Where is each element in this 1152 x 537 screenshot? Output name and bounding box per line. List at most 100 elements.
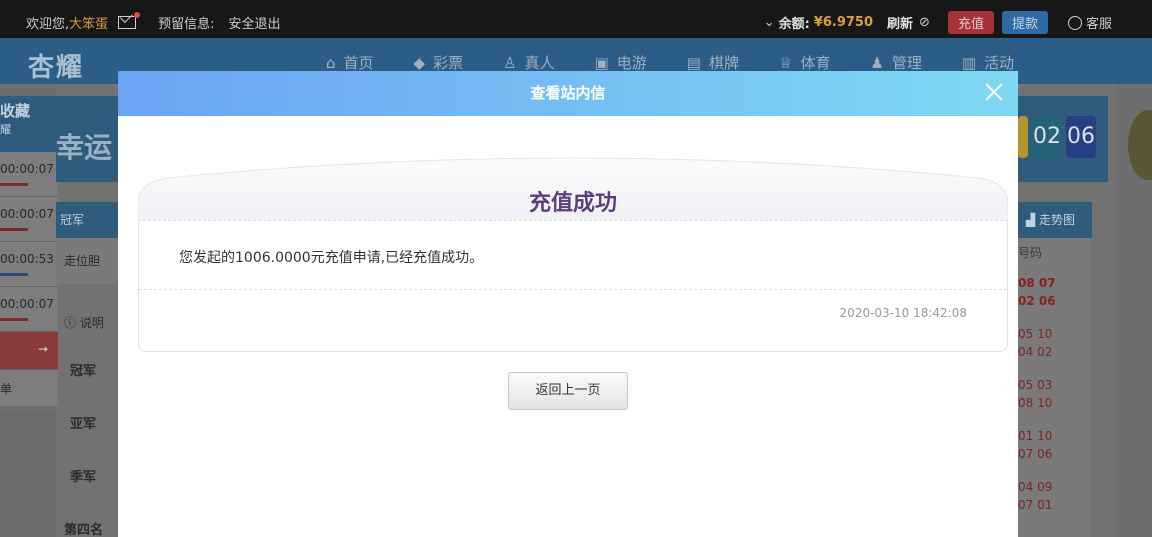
message-text: 您发起的1006.0000元充值申请,已经充值成功。 — [179, 250, 484, 266]
game-icon: ▣ — [594, 53, 609, 72]
welcome-text: 欢迎您, — [26, 17, 70, 32]
trend-value: 08 10 — [1018, 396, 1053, 410]
position-label: 走位胆 — [64, 254, 101, 268]
code-header: 号码 — [1018, 246, 1043, 260]
nav-label: 电游 — [616, 54, 647, 72]
lottery-name: 幸运 — [56, 131, 113, 164]
favorites-title: 收藏 — [0, 102, 31, 120]
chat-icon[interactable] — [1067, 15, 1082, 30]
arrow-right-icon: → — [37, 342, 48, 356]
ticket-icon: ◆ — [413, 53, 426, 72]
logo[interactable]: 杏耀 — [28, 47, 84, 84]
chevron-down-icon[interactable]: ⌄ — [764, 15, 775, 30]
position-option[interactable]: 走位胆 — [56, 238, 118, 284]
trend-value: 01 10 — [1018, 429, 1053, 443]
favorites-sub: 耀 — [0, 123, 11, 136]
cards-icon: ▤ — [686, 53, 701, 72]
trend-value: 07 06 — [1018, 447, 1053, 461]
users-icon: ♟ — [870, 53, 884, 72]
recharge-button[interactable]: 充值 — [947, 11, 994, 34]
trend-value: 05 03 — [1018, 378, 1053, 392]
trend-row: 08 07 02 06 — [1018, 268, 1090, 319]
card-title: 充值成功 — [528, 191, 617, 216]
nav-item-egame[interactable]: ▣ 电游 — [595, 52, 647, 73]
gift-icon: ▥ — [961, 53, 977, 72]
trend-list: 号码 08 07 02 06 05 10 04 02 05 03 08 10 01 1… — [1018, 238, 1090, 537]
top-bar-right: ⌄ 余额: ¥6.9750 刷新 ⊘ 充值 提款 客服 — [764, 11, 1112, 34]
nav-label: 活动 — [984, 54, 1015, 72]
timer-row[interactable]: 00:00:53 — [0, 242, 58, 287]
unread-dot — [134, 12, 141, 18]
refresh-button[interactable]: 刷新 — [887, 13, 913, 32]
timer-text: 00:00:07 — [0, 162, 54, 176]
notice-label[interactable]: 预留信息: — [158, 13, 214, 32]
trend-row: 05 03 08 10 — [1018, 370, 1090, 421]
trend-row: 01 10 07 06 — [1018, 421, 1090, 472]
main-nav: ⌂ 首页 ◆ 彩票 ♙ 真人 ▣ 电游 ▤ 棋牌 ♕ 体育 ♟ 管理 ▥ 活动 — [326, 52, 1054, 73]
favorites-header: 收藏 耀 — [0, 96, 58, 152]
tab-champion[interactable]: 冠军 — [56, 202, 118, 238]
rank-label: 亚军 — [70, 417, 97, 432]
trend-value: 04 09 — [1018, 480, 1053, 494]
close-icon[interactable] — [982, 80, 1006, 104]
message-card: 充值成功 您发起的1006.0000元充值申请,已经充值成功。 2020-03-… — [138, 157, 1008, 352]
nav-item-sports[interactable]: ♕ 体育 — [779, 52, 830, 73]
draw-number — [1018, 116, 1028, 158]
home-icon: ⌂ — [326, 53, 336, 72]
order-text: 单 — [0, 382, 13, 396]
nav-item-lottery[interactable]: ◆ 彩票 — [414, 52, 464, 73]
timer-bar — [0, 228, 28, 231]
back-button[interactable]: 返回上一页 — [508, 372, 628, 410]
timer-row[interactable]: 00:00:07 — [0, 287, 58, 332]
medal-icon — [1128, 110, 1152, 180]
trend-value: 08 07 — [1018, 276, 1056, 290]
logout-link[interactable]: 安全退出 — [229, 13, 281, 32]
trend-row: 04 09 07 01 — [1018, 472, 1090, 523]
message-dialog: 查看站内信 充值成功 您发起的1006.0000元充值申请,已经充值成功。 20… — [118, 71, 1018, 537]
timer-text: 00:00:53 — [0, 252, 54, 266]
withdraw-button[interactable]: 提款 — [1001, 11, 1048, 34]
timer-text: 00:00:07 — [0, 297, 54, 311]
order-link[interactable]: 单 — [0, 370, 58, 415]
trend-value: 02 06 — [1018, 294, 1056, 308]
more-button[interactable]: → — [0, 332, 58, 370]
lottery-banner: 幸运 — [56, 96, 118, 182]
trend-value: 05 10 — [1018, 327, 1053, 341]
balance-value: ¥6.9750 — [813, 15, 874, 30]
customer-service-link[interactable]: 客服 — [1086, 13, 1112, 32]
trend-chart-tab[interactable]: ▟ 走势图 — [1018, 202, 1092, 238]
info-icon: ⓘ — [64, 316, 80, 330]
dialog-title: 查看站内信 — [530, 84, 606, 102]
nav-item-cards[interactable]: ▤ 棋牌 — [687, 52, 739, 73]
timer-row[interactable]: 00:00:07 — [0, 197, 58, 242]
trend-label: 走势图 — [1039, 213, 1076, 227]
eye-hidden-icon[interactable]: ⊘ — [919, 15, 930, 30]
rank-label: 季军 — [70, 470, 97, 485]
info-label: 说明 — [79, 316, 104, 330]
nav-item-live[interactable]: ♙ 真人 — [503, 52, 554, 73]
draw-number: 06 — [1066, 116, 1096, 158]
mail-icon[interactable] — [118, 12, 141, 29]
nav-item-home[interactable]: ⌂ 首页 — [326, 52, 374, 73]
rank-label: 冠军 — [70, 364, 97, 379]
person-icon: ♙ — [503, 53, 517, 72]
draw-number: 02 — [1032, 116, 1062, 158]
trend-value: 04 02 — [1018, 345, 1053, 359]
trend-row: 05 10 04 02 — [1018, 319, 1090, 370]
username[interactable]: 大笨蛋 — [69, 13, 108, 32]
nav-item-manage[interactable]: ♟ 管理 — [870, 52, 921, 73]
info-link[interactable]: ⓘ 说明 — [64, 314, 104, 331]
nav-label: 彩票 — [433, 54, 464, 72]
trend-value: 07 01 — [1018, 498, 1053, 512]
tab-label: 冠军 — [60, 213, 85, 227]
trophy-icon: ♕ — [778, 53, 793, 72]
timer-bar — [0, 183, 28, 186]
card-body: 您发起的1006.0000元充值申请,已经充值成功。 2020-03-10 18… — [138, 220, 1008, 352]
logo-text: 杏耀 — [28, 53, 85, 83]
top-bar: 欢迎您, 大笨蛋 预留信息: 安全退出 ⌄ 余额: ¥6.9750 刷新 ⊘ 充… — [0, 0, 1152, 38]
nav-label: 首页 — [343, 54, 374, 72]
nav-item-activity[interactable]: ▥ 活动 — [962, 52, 1014, 73]
timer-bar — [0, 318, 28, 321]
timer-row[interactable]: 00:00:07 — [0, 152, 58, 197]
favorites-panel: 收藏 耀 00:00:07 00:00:07 00:00:53 00:00:07… — [0, 96, 58, 415]
